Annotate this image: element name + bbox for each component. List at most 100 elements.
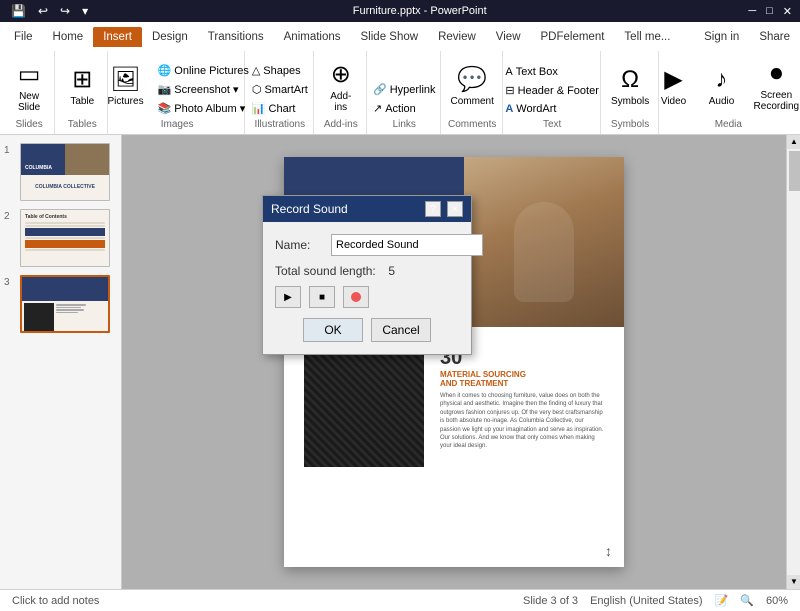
chart-button[interactable]: 📊 Chart xyxy=(248,100,312,117)
title-bar: 💾 ↩ ↪ ▾ Furniture.pptx - PowerPoint ─ □ … xyxy=(0,0,800,22)
status-right: Slide 3 of 3 English (United States) 📝 🔍… xyxy=(523,594,788,607)
pictures-icon: 🖼 xyxy=(110,65,140,94)
cursor-indicator: ↕ xyxy=(605,543,612,559)
notes-icon[interactable]: 📝 xyxy=(715,594,729,607)
screen-recording-icon: ⏺ xyxy=(770,60,782,88)
audio-button[interactable]: ♪ Audio xyxy=(700,55,744,117)
action-button[interactable]: ↗ Action xyxy=(369,100,440,117)
images-group: 🖼 Pictures 🌐 Online Pictures 📷 Screensho… xyxy=(110,51,245,134)
play-button[interactable]: ▶ xyxy=(275,286,301,308)
tab-tell-me[interactable]: Tell me... xyxy=(614,27,680,47)
quick-access-toolbar[interactable]: 💾 ↩ ↪ ▾ xyxy=(8,4,91,18)
action-icon: ↗ xyxy=(373,102,382,115)
main-area: 1 COLUMBIA COLUMBIA COLLECTIVE 2 Table o… xyxy=(0,135,800,589)
tab-design[interactable]: Design xyxy=(142,27,198,47)
header-footer-button[interactable]: ⊟ Header & Footer xyxy=(501,82,603,99)
images-small-group: 🌐 Online Pictures 📷 Screenshot ▾ 📚 Photo… xyxy=(154,62,253,117)
audio-icon: ♪ xyxy=(716,66,728,94)
dialog-title-buttons[interactable]: ? × xyxy=(425,201,463,217)
links-small-group: 🔗 Hyperlink ↗ Action xyxy=(369,81,440,117)
tab-animations[interactable]: Animations xyxy=(274,27,351,47)
pictures-button[interactable]: 🖼 Pictures xyxy=(101,55,149,117)
zoom-level: 60% xyxy=(766,595,788,607)
tab-view[interactable]: View xyxy=(486,27,531,47)
illustrations-small-group: △ Shapes ⬡ SmartArt 📊 Chart xyxy=(248,62,312,117)
tab-insert[interactable]: Insert xyxy=(93,27,142,47)
signin-button[interactable]: Sign in xyxy=(694,27,749,47)
save-icon[interactable]: 💾 xyxy=(8,4,29,18)
slide-thumb-2[interactable]: 2 Table of Contents xyxy=(4,209,117,267)
zoom-slider[interactable]: 🔍 xyxy=(740,594,754,607)
tab-slideshow[interactable]: Slide Show xyxy=(351,27,429,47)
slide-bottom-title: MATERIAL SOURCINGAND TREATMENT xyxy=(440,370,604,388)
tab-home[interactable]: Home xyxy=(43,27,94,47)
screen-recording-button[interactable]: ⏺ ScreenRecording xyxy=(748,55,800,117)
screenshot-button[interactable]: 📷 Screenshot ▾ xyxy=(154,81,253,98)
chart-icon: 📊 xyxy=(252,102,266,115)
tab-review[interactable]: Review xyxy=(428,27,486,47)
tab-transitions[interactable]: Transitions xyxy=(198,27,274,47)
new-slide-icon: ▭ xyxy=(18,60,41,89)
scroll-up-button[interactable]: ▲ xyxy=(787,135,800,149)
media-group: ▶ Video ♪ Audio ⏺ ScreenRecording Media xyxy=(661,51,796,134)
addins-button[interactable]: ⊕ Add-ins xyxy=(319,55,363,117)
notes-area[interactable]: Click to add notes xyxy=(12,595,99,607)
illustrations-group: △ Shapes ⬡ SmartArt 📊 Chart Illustration… xyxy=(247,51,314,134)
online-pictures-icon: 🌐 xyxy=(158,64,172,77)
scroll-down-button[interactable]: ▼ xyxy=(787,575,800,589)
minimize-button[interactable]: ─ xyxy=(748,5,756,18)
photo-album-button[interactable]: 📚 Photo Album ▾ xyxy=(154,100,253,117)
symbols-button[interactable]: Ω Symbols xyxy=(605,55,655,117)
close-button[interactable]: ✕ xyxy=(783,5,792,18)
text-group: A Text Box ⊟ Header & Footer A WordArt T… xyxy=(505,51,601,134)
ok-button[interactable]: OK xyxy=(303,318,363,342)
textbox-button[interactable]: A Text Box xyxy=(501,64,603,80)
video-icon: ▶ xyxy=(664,65,682,94)
tables-group-label: Tables xyxy=(68,119,97,132)
online-pictures-button[interactable]: 🌐 Online Pictures xyxy=(154,62,253,79)
name-row: Name: xyxy=(275,234,459,256)
scroll-thumb[interactable] xyxy=(789,151,800,191)
share-button[interactable]: Share xyxy=(749,27,800,47)
video-button[interactable]: ▶ Video xyxy=(652,55,696,117)
slide-image-3 xyxy=(20,275,110,333)
cancel-button[interactable]: Cancel xyxy=(371,318,431,342)
dialog-help-button[interactable]: ? xyxy=(425,201,441,217)
slide-thumb-1[interactable]: 1 COLUMBIA COLUMBIA COLLECTIVE xyxy=(4,143,117,201)
slide-content-area: 28 UNCOMPROMISINGCRAFTSMANSHIP 30 MATERI… xyxy=(122,135,786,589)
redo-icon[interactable]: ↪ xyxy=(57,4,73,18)
record-button[interactable] xyxy=(343,286,369,308)
wordart-button[interactable]: A WordArt xyxy=(501,101,603,117)
dialog-close-button[interactable]: × xyxy=(447,201,463,217)
record-sound-dialog[interactable]: Record Sound ? × Name: Total sound lengt… xyxy=(262,195,472,355)
comment-button[interactable]: 💬 Comment xyxy=(445,55,500,117)
slide-number-1: 1 xyxy=(4,145,16,156)
restore-button[interactable]: □ xyxy=(766,5,773,18)
slide-thumb-3[interactable]: 3 xyxy=(4,275,117,333)
tab-pdfelement[interactable]: PDFelement xyxy=(531,27,615,47)
slide-number-2: 2 xyxy=(4,211,16,222)
shapes-button[interactable]: △ Shapes xyxy=(248,62,312,79)
slide-bottom-text: 30 MATERIAL SOURCINGAND TREATMENT When i… xyxy=(440,347,604,467)
sound-length-value: 5 xyxy=(388,264,395,278)
smartart-button[interactable]: ⬡ SmartArt xyxy=(248,81,312,98)
header-footer-icon: ⊟ xyxy=(505,84,514,97)
links-group-label: Links xyxy=(393,119,416,132)
hyperlink-button[interactable]: 🔗 Hyperlink xyxy=(369,81,440,98)
text-group-label: Text xyxy=(543,119,561,132)
symbols-group-label: Symbols xyxy=(611,119,649,132)
screenshot-icon: 📷 xyxy=(158,83,172,96)
stop-button[interactable]: ■ xyxy=(309,286,335,308)
customize-icon[interactable]: ▾ xyxy=(79,4,91,18)
tab-file[interactable]: File xyxy=(4,27,43,47)
playback-controls: ▶ ■ xyxy=(275,286,459,308)
slide-image-2: Table of Contents xyxy=(20,209,110,267)
dialog-body: Name: Total sound length: 5 ▶ ■ OK Can xyxy=(263,222,471,354)
undo-icon[interactable]: ↩ xyxy=(35,4,51,18)
window-controls[interactable]: ─ □ ✕ xyxy=(748,5,792,18)
new-slide-button[interactable]: ▭ NewSlide xyxy=(7,55,51,117)
name-input[interactable] xyxy=(331,234,483,256)
table-button[interactable]: ⊞ Table xyxy=(60,55,104,117)
slide-count: Slide 3 of 3 xyxy=(523,595,578,607)
addins-group-label: Add-ins xyxy=(324,119,358,132)
